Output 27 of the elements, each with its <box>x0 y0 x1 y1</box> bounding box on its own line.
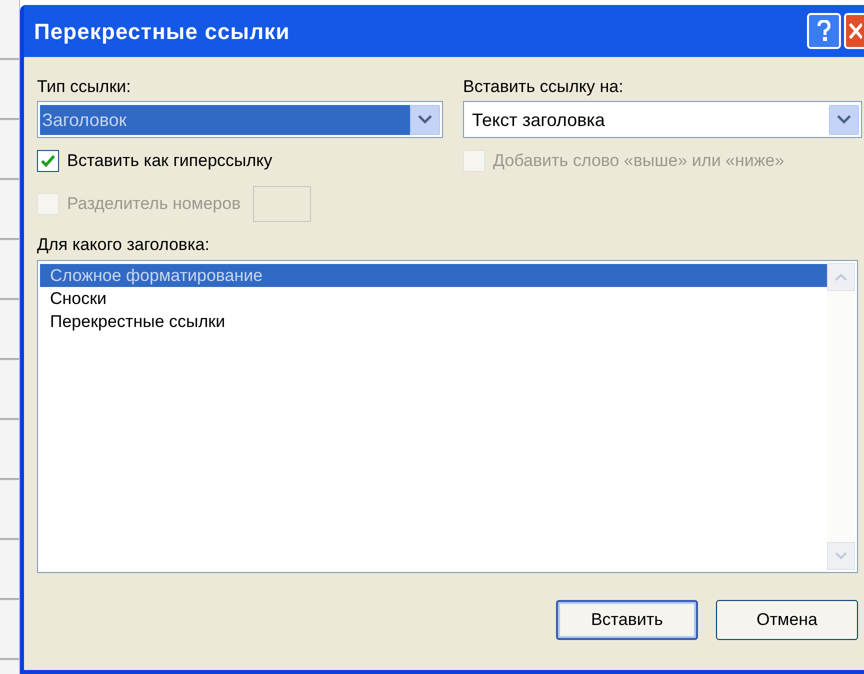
help-button[interactable] <box>807 13 841 49</box>
list-item[interactable]: Сложное форматирование <box>40 264 827 287</box>
dropdown-arrow-button[interactable] <box>410 104 440 134</box>
chevron-down-icon <box>837 115 851 124</box>
dropdown-value: Текст заголовка <box>471 108 606 132</box>
checkbox-label: Вставить как гиперссылку <box>67 150 272 172</box>
checkbox-label: Разделитель номеров <box>67 193 241 216</box>
reference-type-dropdown[interactable]: Заголовок <box>37 101 443 138</box>
field-label: Тип ссылки: <box>37 77 132 97</box>
dropdown-arrow-button[interactable] <box>829 104 859 134</box>
close-button[interactable] <box>844 13 864 49</box>
dialog-button[interactable]: Отмена <box>716 600 858 640</box>
list-item[interactable]: Перекрестные ссылки <box>40 310 827 333</box>
insert-reference-dropdown[interactable]: Текст заголовка <box>463 101 862 138</box>
field-label: Вставить ссылку на: <box>463 77 624 97</box>
chevron-down-icon <box>418 115 432 124</box>
window-title: Перекрестные ссылки <box>34 18 290 46</box>
dropdown-value: Заголовок <box>40 104 410 134</box>
help-icon <box>816 20 832 42</box>
field-label: Для какого заголовка: <box>37 234 210 256</box>
close-icon <box>848 22 862 40</box>
dialog-button[interactable]: Вставить <box>556 600 698 640</box>
checkbox-label: Добавить слово «выше» или «ниже» <box>493 150 784 172</box>
list-item[interactable]: Сноски <box>40 287 827 310</box>
heading-list[interactable]: Сложное форматирование Сноски Перекрестные ссылки <box>37 260 858 573</box>
checkmark-icon <box>41 155 55 167</box>
checkbox[interactable] <box>37 150 59 172</box>
